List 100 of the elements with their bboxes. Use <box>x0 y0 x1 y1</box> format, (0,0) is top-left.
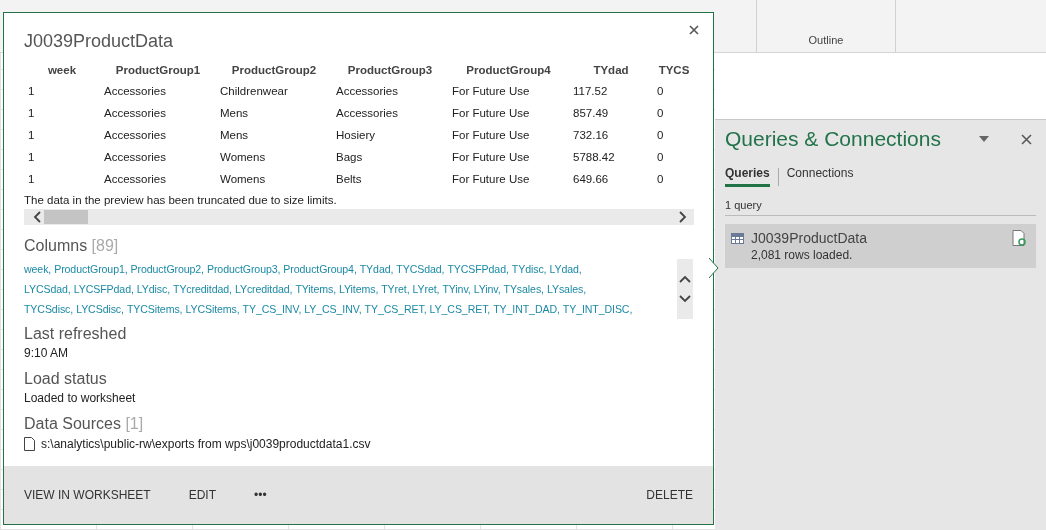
column-link[interactable]: ProductGroup2, <box>130 263 204 275</box>
column-link[interactable]: LYCSdisc, <box>76 303 124 315</box>
column-link[interactable]: LY_CS_RET, <box>429 303 491 315</box>
column-link[interactable]: LYsales, <box>546 283 586 295</box>
source-count: [1] <box>125 415 144 432</box>
column-link[interactable]: TYdad, <box>359 263 394 275</box>
column-link[interactable]: TYcreditdad, <box>173 283 232 295</box>
table-cell-text: 0 <box>656 172 665 187</box>
refresh-document-icon[interactable] <box>1012 230 1026 246</box>
table-cell-text: Accessories <box>335 106 399 121</box>
column-link[interactable]: TYCSFPdad, <box>447 263 509 275</box>
section-heading: Columns <box>24 237 88 254</box>
table-cell-text: Accessories <box>103 172 167 187</box>
column-link[interactable]: LYCSFPdad, <box>73 283 134 295</box>
column-link[interactable]: LYdad, <box>549 263 582 275</box>
column-link[interactable]: ProductGroup1, <box>54 263 128 275</box>
column-link[interactable]: ProductGroup4, <box>283 263 357 275</box>
close-icon[interactable] <box>1021 133 1032 145</box>
pane-tab[interactable]: Connections <box>786 166 854 187</box>
action-button[interactable]: VIEW IN WORKSHEET <box>24 488 151 502</box>
column-link[interactable]: TYitems, <box>295 283 336 295</box>
table-cell-text: 0 <box>656 106 665 121</box>
table-cell-text: 0 <box>656 150 665 165</box>
column-header: TYCS <box>657 63 691 78</box>
table-cell-text: 0 <box>656 84 665 99</box>
column-link[interactable]: TY_INT_DAD, <box>493 303 560 315</box>
table-cell-text: 1 <box>27 172 36 187</box>
table-cell-text: Accessories <box>103 150 167 165</box>
column-header: ProductGroup2 <box>230 63 318 78</box>
table-cell-text: For Future Use <box>451 150 531 165</box>
vertical-scrollbar[interactable] <box>677 259 693 319</box>
column-header: TYdad <box>592 63 630 78</box>
section-heading: Load status <box>24 370 108 388</box>
column-link[interactable]: TYdisc, <box>511 263 547 275</box>
column-link[interactable]: ProductGroup3, <box>206 263 281 275</box>
table-cell-text: Belts <box>335 172 363 187</box>
column-link[interactable]: TYsales, <box>503 283 544 295</box>
table-cell-text: For Future Use <box>451 128 531 143</box>
query-count: 1 query <box>725 199 1036 216</box>
dropdown-icon[interactable] <box>979 136 989 142</box>
column-count: [89] <box>91 237 119 254</box>
query-item[interactable]: J0039ProductData 2,081 rows loaded. <box>725 224 1036 268</box>
delete-button[interactable]: DELETE <box>646 488 693 502</box>
section-heading: Last refreshed <box>24 325 128 343</box>
action-button[interactable]: EDIT <box>188 488 217 502</box>
column-link[interactable]: TYCSdad, <box>396 263 445 275</box>
column-link[interactable]: LY_CS_INV, <box>304 303 362 315</box>
column-link[interactable]: TY_CS_RET, <box>364 303 427 315</box>
column-link[interactable]: LYdisc, <box>136 283 171 295</box>
column-link[interactable]: TYCSdisc, <box>24 303 74 315</box>
column-header: ProductGroup3 <box>346 63 434 78</box>
column-link[interactable]: LYCSdad, <box>24 283 71 295</box>
table-cell-text: Accessories <box>103 128 167 143</box>
table-cell-text: For Future Use <box>451 172 531 187</box>
popup-title: J0039ProductData <box>24 31 175 52</box>
column-link[interactable]: TYret, <box>381 283 410 295</box>
table-cell-text: 0 <box>656 128 665 143</box>
pane-tab[interactable]: Queries <box>725 166 770 187</box>
scroll-down-icon[interactable] <box>679 292 691 304</box>
scroll-right-icon[interactable] <box>676 211 688 223</box>
action-button[interactable]: ••• <box>254 488 267 502</box>
table-cell-text: Bags <box>335 150 364 165</box>
column-link[interactable]: LYcreditdad, <box>234 283 293 295</box>
query-name: J0039ProductData <box>751 230 868 246</box>
table-cell-text: 857.49 <box>572 106 610 121</box>
document-icon <box>24 437 35 451</box>
column-link[interactable]: TY_CS_INV, <box>242 303 302 315</box>
table-cell-text: For Future Use <box>451 84 531 99</box>
table-icon <box>731 232 744 244</box>
column-header: week <box>46 63 78 78</box>
section-heading: Data Sources <box>24 415 121 432</box>
column-header: ProductGroup1 <box>114 63 202 78</box>
scrollbar-thumb[interactable] <box>44 210 88 224</box>
column-link[interactable]: TYinv, <box>442 283 471 295</box>
table-cell-text: Accessories <box>335 84 399 99</box>
column-link[interactable]: TYCSitems, <box>126 303 183 315</box>
table-cell-text: 649.66 <box>572 172 610 187</box>
pane-title: Queries & Connections <box>725 127 942 151</box>
table-cell-text: Childrenwear <box>219 84 289 99</box>
table-cell-text: 1 <box>27 106 36 121</box>
table-cell-text: Mens <box>219 106 250 121</box>
group-label: Outline <box>808 34 844 46</box>
close-icon[interactable] <box>689 25 699 35</box>
table-cell-text: 1 <box>27 128 36 143</box>
horizontal-scrollbar[interactable] <box>24 209 694 225</box>
column-link[interactable]: week, <box>24 263 52 275</box>
column-link[interactable]: LYret, <box>412 283 440 295</box>
table-cell-text: 5788.42 <box>572 150 616 165</box>
column-link[interactable]: LYinv, <box>473 283 501 295</box>
column-link[interactable]: LYitems, <box>339 283 379 295</box>
column-link[interactable]: TY_INT_DISC, <box>562 303 633 315</box>
column-link[interactable]: LYCSitems, <box>185 303 240 315</box>
table-cell-text: Accessories <box>103 106 167 121</box>
table-cell-text: Womens <box>219 150 267 165</box>
table-cell-text: 732.16 <box>572 128 610 143</box>
scroll-left-icon[interactable] <box>32 211 44 223</box>
column-header: ProductGroup4 <box>465 63 552 78</box>
source-path: s:\analytics\public-rw\exports from wps\j0039productdata1.csv <box>41 437 371 451</box>
table-cell-text: Hosiery <box>335 128 376 143</box>
table-cell-text: Womens <box>219 172 267 187</box>
